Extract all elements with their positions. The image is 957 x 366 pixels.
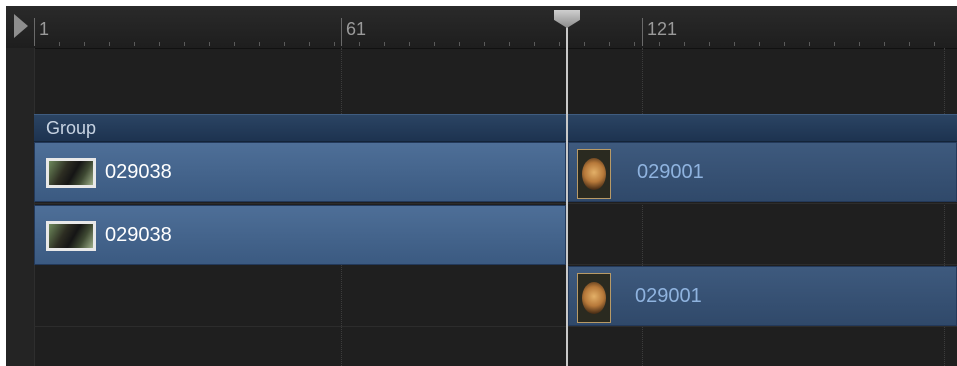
track-gutter (6, 48, 35, 366)
clip-label: 029001 (635, 285, 702, 307)
image-thumbnail-icon (577, 273, 611, 323)
group-label: Group (46, 118, 97, 138)
clip-029001-row1[interactable]: 029001 (568, 142, 957, 202)
clip-label: 029038 (105, 224, 172, 246)
clip-029038-row1[interactable]: 029038 (34, 142, 566, 202)
ruler-label-121: 121 (642, 18, 677, 46)
clip-label: 029038 (105, 161, 172, 183)
video-thumbnail-icon (46, 221, 96, 251)
video-thumbnail-icon (46, 158, 96, 188)
track-divider (34, 326, 957, 327)
ruler-label-61: 61 (341, 18, 366, 46)
group-track-header[interactable]: Group (34, 114, 957, 142)
ruler-minor-ticks (34, 42, 957, 46)
play-range-start-icon[interactable] (14, 14, 28, 38)
track-divider (34, 203, 957, 204)
clip-label: 029001 (637, 161, 704, 183)
playhead-line[interactable] (566, 26, 568, 366)
time-ruler[interactable]: 1 61 121 (6, 6, 957, 49)
timeline-panel[interactable]: 1 61 121 Group 029038 029001 029038 0290… (6, 6, 957, 366)
image-thumbnail-icon (577, 149, 611, 199)
clip-029001-row3[interactable]: 029001 (568, 266, 957, 326)
ruler-label-1: 1 (34, 18, 49, 46)
clip-029038-row2[interactable]: 029038 (34, 205, 566, 265)
